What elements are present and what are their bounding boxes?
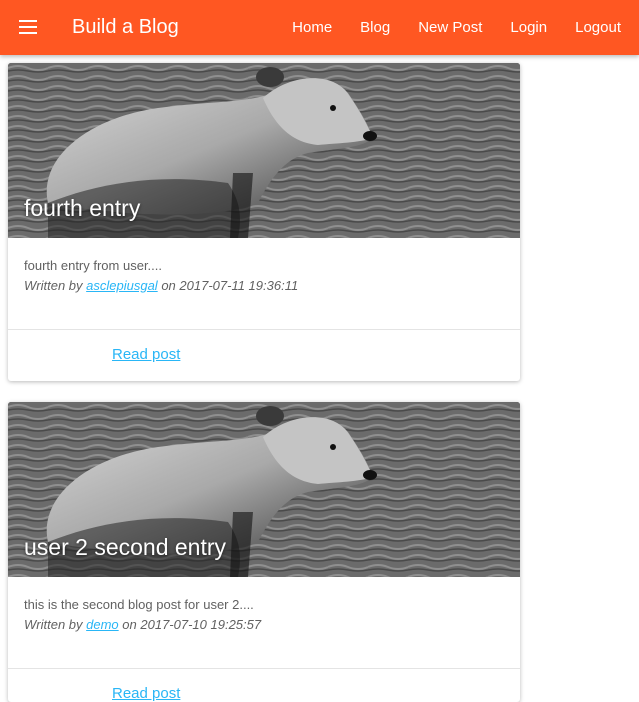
- post-excerpt: fourth entry from user....: [24, 258, 162, 273]
- nav-new-post[interactable]: New Post: [404, 0, 496, 55]
- brand-logo[interactable]: Build a Blog: [72, 14, 179, 40]
- nav-links: Home Blog New Post Login Logout: [278, 0, 639, 55]
- nav-login[interactable]: Login: [496, 0, 561, 55]
- written-by-label: Written by: [24, 617, 83, 632]
- post-date: 2017-07-11 19:36:11: [179, 278, 299, 293]
- post-image: fourth entry: [8, 63, 520, 238]
- on-label: on: [161, 278, 176, 293]
- card-action: Read post: [8, 329, 520, 381]
- top-navbar: Build a Blog Home Blog New Post Login Lo…: [0, 0, 639, 55]
- post-date: 2017-07-10 19:25:57: [140, 617, 262, 632]
- card-action: Read post: [8, 668, 520, 702]
- read-post-link[interactable]: Read post: [112, 346, 180, 363]
- post-card: user 2 second entry this is the second b…: [8, 402, 520, 702]
- nav-blog[interactable]: Blog: [346, 0, 404, 55]
- post-card: fourth entry fourth entry from user.... …: [8, 63, 520, 381]
- on-label: on: [122, 617, 137, 632]
- post-image: user 2 second entry: [8, 402, 520, 577]
- author-link[interactable]: asclepiusgal: [86, 278, 158, 293]
- hamburger-menu-icon[interactable]: [19, 20, 37, 34]
- nav-home[interactable]: Home: [278, 0, 346, 55]
- post-content: this is the second blog post for user 2.…: [8, 577, 520, 668]
- author-link[interactable]: demo: [86, 617, 119, 632]
- read-post-link[interactable]: Read post: [112, 685, 180, 702]
- written-by-label: Written by: [24, 278, 83, 293]
- post-excerpt: this is the second blog post for user 2.…: [24, 597, 254, 612]
- nav-logout[interactable]: Logout: [561, 0, 639, 55]
- post-byline: Written by asclepiusgal on 2017-07-11 19…: [24, 276, 504, 296]
- post-title: fourth entry: [24, 195, 141, 221]
- post-byline: Written by demo on 2017-07-10 19:25:57: [24, 615, 504, 635]
- post-content: fourth entry from user.... Written by as…: [8, 238, 520, 329]
- post-title: user 2 second entry: [24, 534, 227, 560]
